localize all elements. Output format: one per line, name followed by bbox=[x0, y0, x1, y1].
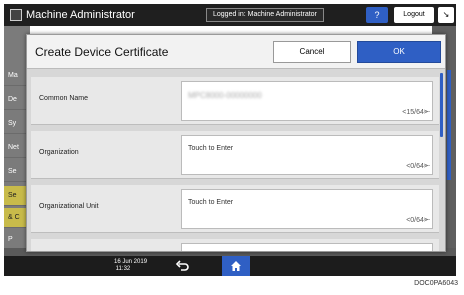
next-field[interactable] bbox=[181, 243, 433, 251]
dialog-header: Create Device Certificate Cancel OK bbox=[27, 35, 445, 69]
organization-field[interactable]: Touch to Enter <0/64> bbox=[181, 135, 433, 175]
dialog-title: Create Device Certificate bbox=[35, 45, 169, 59]
bottom-bar: 16 Jun 2019 11:32 bbox=[4, 256, 456, 276]
next-field-row bbox=[31, 239, 439, 251]
ok-button[interactable]: OK bbox=[357, 41, 441, 63]
background-scrollbar bbox=[447, 70, 451, 180]
organization-label: Organization bbox=[39, 149, 79, 156]
expand-icon[interactable]: ↘ bbox=[438, 7, 454, 23]
help-button[interactable]: ? bbox=[366, 7, 388, 23]
date-time: 16 Jun 2019 11:32 bbox=[114, 259, 148, 272]
organizational-unit-char-count: <0/64> bbox=[406, 217, 428, 224]
common-name-char-count: <15/64> bbox=[402, 109, 428, 116]
organizational-unit-field[interactable]: Touch to Enter <0/64> bbox=[181, 189, 433, 229]
screen-title: Machine Administrator bbox=[26, 9, 135, 21]
create-device-certificate-dialog: Create Device Certificate Cancel OK Comm… bbox=[26, 34, 446, 252]
home-button[interactable] bbox=[222, 256, 250, 276]
logout-button[interactable]: Logout bbox=[394, 7, 434, 23]
home-icon bbox=[231, 261, 241, 271]
organization-value: Touch to Enter bbox=[188, 145, 234, 152]
organizational-unit-label: Organizational Unit bbox=[39, 203, 99, 210]
document-code: DOC0PA6043 bbox=[414, 280, 458, 287]
cancel-button[interactable]: Cancel bbox=[273, 41, 351, 63]
back-icon[interactable] bbox=[174, 258, 190, 274]
admin-icon bbox=[10, 9, 22, 21]
organizational-unit-row: Organizational Unit Touch to Enter <0/64… bbox=[31, 185, 439, 233]
dialog-scrollbar[interactable] bbox=[440, 73, 443, 137]
organizational-unit-value: Touch to Enter bbox=[188, 199, 234, 206]
organization-row: Organization Touch to Enter <0/64> bbox=[31, 131, 439, 179]
common-name-label: Common Name bbox=[39, 95, 89, 102]
common-name-value: MPC8000-00000000 bbox=[188, 91, 262, 100]
top-bar: Machine Administrator Logged in: Machine… bbox=[4, 4, 456, 26]
login-status: Logged in: Machine Administrator bbox=[206, 8, 324, 22]
common-name-row: Common Name MPC8000-00000000 <15/64> bbox=[31, 77, 439, 125]
organization-char-count: <0/64> bbox=[406, 163, 428, 170]
common-name-field[interactable]: MPC8000-00000000 <15/64> bbox=[181, 81, 433, 121]
